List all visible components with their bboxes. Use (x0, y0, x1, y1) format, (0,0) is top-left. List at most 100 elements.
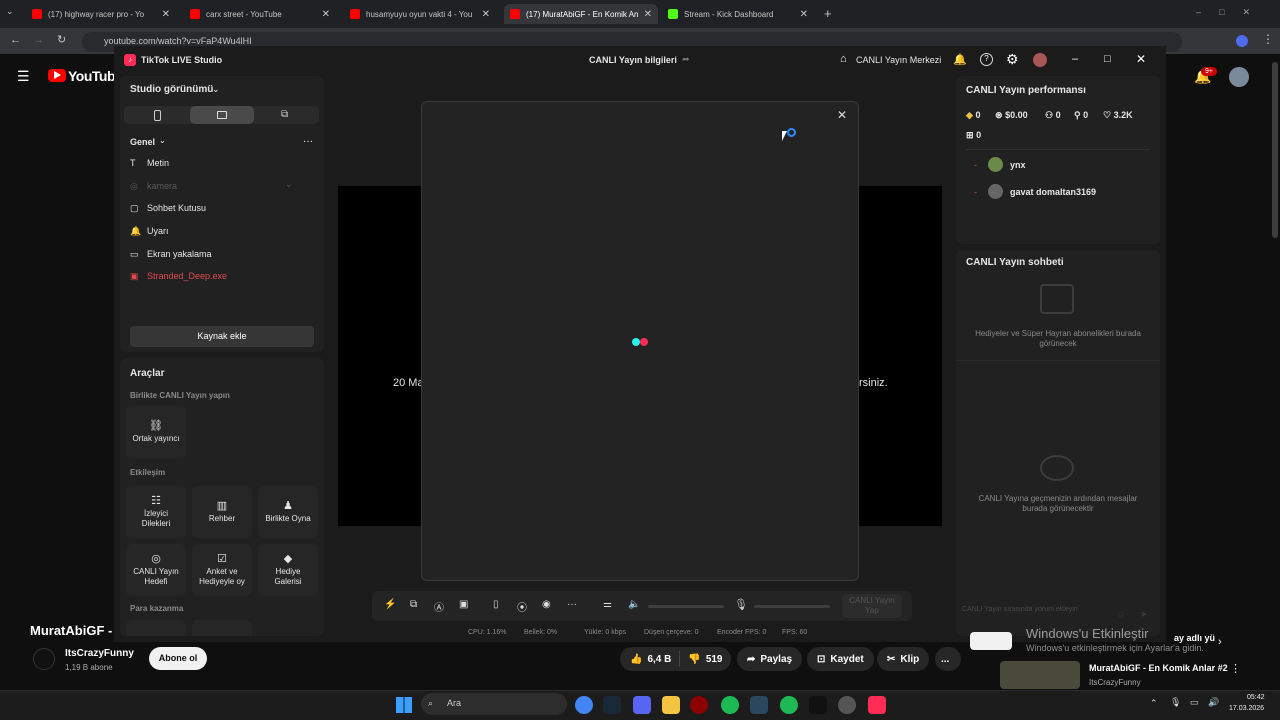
general-group-label[interactable]: Genel (130, 137, 155, 147)
mixer-icon[interactable]: ⚌ (603, 599, 612, 610)
ai-icon[interactable]: Ⓐ (434, 599, 444, 614)
tray-network-icon[interactable]: ▭ (1190, 697, 1199, 708)
chevron-down-icon[interactable]: ⌄ (212, 84, 220, 95)
browser-tab[interactable]: Stream - Kick Dashboard ✕ (662, 4, 814, 24)
interaction-tool-button[interactable]: ◎ CANLI Yayın Hedefi (126, 544, 186, 596)
rotate-layout-icon[interactable]: ⧉ (281, 109, 288, 120)
file-explorer-icon[interactable] (662, 696, 680, 714)
reload-icon[interactable]: ↻ (57, 33, 66, 46)
share-button[interactable]: ➦ Paylaş (737, 647, 803, 671)
interaction-tool-button[interactable]: ☑ Anket ve Hediyeyle oy (192, 544, 252, 596)
taskbar-search[interactable]: Ara (421, 693, 567, 715)
tray-volume-icon[interactable]: 🔊 (1208, 697, 1219, 708)
tab-search-chevron-icon[interactable]: ⌄ (6, 6, 14, 17)
channel-avatar[interactable] (33, 648, 55, 670)
subscribe-button[interactable]: Abone ol (149, 647, 207, 670)
mic-volume-slider[interactable] (754, 605, 830, 608)
help-icon[interactable]: ? (980, 53, 993, 66)
steam-icon[interactable] (750, 696, 768, 714)
interaction-tool-button[interactable]: ◆ Hediye Galerisi (258, 544, 318, 596)
tab-close-icon[interactable]: ✕ (644, 9, 652, 20)
desktop-volume-slider[interactable] (648, 605, 724, 608)
record-icon[interactable]: ⦿ (517, 599, 527, 614)
mic-icon[interactable]: 🎙 (734, 598, 748, 611)
spotify-icon[interactable] (780, 696, 798, 714)
recorder-icon[interactable] (690, 696, 708, 714)
phone-icon[interactable]: ▯ (493, 599, 499, 610)
browser-tab[interactable]: (17) highway racer pro - Yo ✕ (26, 4, 176, 24)
clip-button[interactable]: ✂ Klip (877, 647, 930, 671)
scene-icon[interactable]: ⧉ (410, 599, 417, 610)
chrome-icon[interactable] (838, 696, 856, 714)
layout-icon[interactable]: ▣ (459, 599, 468, 610)
minimize-icon[interactable]: – (1072, 53, 1078, 65)
interaction-tool-button[interactable]: ☷ İzleyici Dilekleri (126, 486, 186, 538)
related-thumbnail[interactable] (1000, 661, 1080, 689)
share-icon[interactable]: ➦ (682, 54, 690, 65)
dislike-button[interactable]: 👎 519 (680, 654, 730, 665)
source-expand-icon[interactable]: ⌄ (285, 179, 293, 190)
dialog-close-icon[interactable]: ✕ (837, 108, 847, 122)
tab-close-icon[interactable]: ✕ (322, 9, 330, 20)
related-video-title[interactable]: MuratAbiGF - En Komik Anlar #2 (1089, 663, 1228, 673)
interaction-tool-button[interactable]: ♟ Birlikte Oyna (258, 486, 318, 538)
clock-date[interactable]: 17.03.2026 (1229, 705, 1264, 712)
live-center-link[interactable]: CANLI Yayın Merkezi (856, 55, 941, 65)
close-window-icon[interactable]: ✕ (1136, 52, 1146, 66)
source-item[interactable]: ▣ Stranded_Deep.exe (130, 271, 227, 282)
forward-icon[interactable]: → (33, 34, 44, 46)
chat-input[interactable]: CANLI Yayın sırasında yorum ekleyin (962, 606, 1112, 613)
portrait-layout-icon[interactable] (154, 110, 161, 121)
tray-chevron-icon[interactable]: ⌃ (1150, 698, 1158, 709)
monetization-tool[interactable] (126, 620, 186, 636)
browser-tab-active[interactable]: (17) MuratAbiGF - En Komik An ✕ (504, 4, 658, 24)
chrome-icon[interactable] (575, 696, 593, 714)
speaker-icon[interactable]: 🔈 (628, 599, 640, 610)
viewer-name[interactable]: gavat domaltan3169 (1010, 187, 1096, 197)
tiktok-icon[interactable] (809, 696, 827, 714)
related-more-icon[interactable]: ⋮ (1230, 662, 1241, 675)
tab-close-icon[interactable]: ✕ (800, 9, 808, 20)
profile-avatar-icon[interactable] (1236, 35, 1248, 47)
page-scrollbar[interactable] (1272, 62, 1278, 238)
more-options-icon[interactable]: ··· (303, 136, 313, 147)
viewer-name[interactable]: ynx (1010, 160, 1026, 170)
studio-view-title[interactable]: Studio görünümü (130, 84, 213, 95)
browser-tab[interactable]: husamyuyu oyun vakti 4 - You ✕ (344, 4, 496, 24)
like-button[interactable]: 👍 6,4 B (620, 651, 681, 667)
tray-mic-icon[interactable]: 🎙 (1170, 697, 1181, 708)
maximize-icon[interactable]: □ (1104, 53, 1111, 65)
spotify-icon[interactable] (721, 696, 739, 714)
source-item[interactable]: ▭ Ekran yakalama (130, 249, 212, 260)
back-icon[interactable]: ← (10, 34, 21, 46)
source-item[interactable]: T Metin (130, 158, 169, 168)
magic-wand-icon[interactable]: ⚡ (384, 599, 396, 610)
studio-avatar[interactable] (1033, 53, 1047, 67)
tab-close-icon[interactable]: ✕ (162, 9, 170, 20)
snapshot-icon[interactable]: ◉ (542, 599, 551, 610)
tab-close-icon[interactable]: ✕ (482, 9, 490, 20)
tiktok-studio-icon[interactable] (868, 696, 886, 714)
emoji-icon[interactable]: ☺ (1116, 609, 1125, 619)
monetization-tool[interactable] (192, 620, 252, 636)
new-tab-button[interactable]: + (824, 6, 832, 21)
chip-label[interactable]: ay adlı yü (1174, 633, 1215, 643)
interaction-tool-button[interactable]: ▥ Rehber (192, 486, 252, 538)
windows-start-icon[interactable] (396, 697, 412, 713)
source-item[interactable]: ▢ Sohbet Kutusu (130, 203, 206, 214)
hamburger-menu-icon[interactable]: ☰ (17, 68, 30, 85)
source-item[interactable]: ◎ kamera ⌄ (130, 179, 293, 192)
channel-name[interactable]: ItsCrazyFunny (65, 648, 134, 659)
clock-time[interactable]: 05:42 (1247, 694, 1265, 701)
live-info-title[interactable]: CANLI Yayın bilgileri (589, 55, 677, 65)
send-icon[interactable]: ➤ (1140, 609, 1148, 620)
source-item[interactable]: 🔔 Uyarı (130, 226, 169, 237)
co-host-button[interactable]: ⛓ Ortak yayıncı (126, 406, 186, 458)
more-icon[interactable]: ··· (567, 599, 577, 610)
browser-menu-icon[interactable]: ⋮ (1262, 32, 1274, 46)
add-source-button[interactable]: Kaynak ekle (130, 326, 314, 347)
user-avatar[interactable] (1229, 67, 1249, 87)
steam-icon[interactable] (603, 696, 621, 714)
bell-icon[interactable]: 🔔 (953, 53, 967, 66)
browser-tab[interactable]: carx street - YouTube ✕ (184, 4, 336, 24)
